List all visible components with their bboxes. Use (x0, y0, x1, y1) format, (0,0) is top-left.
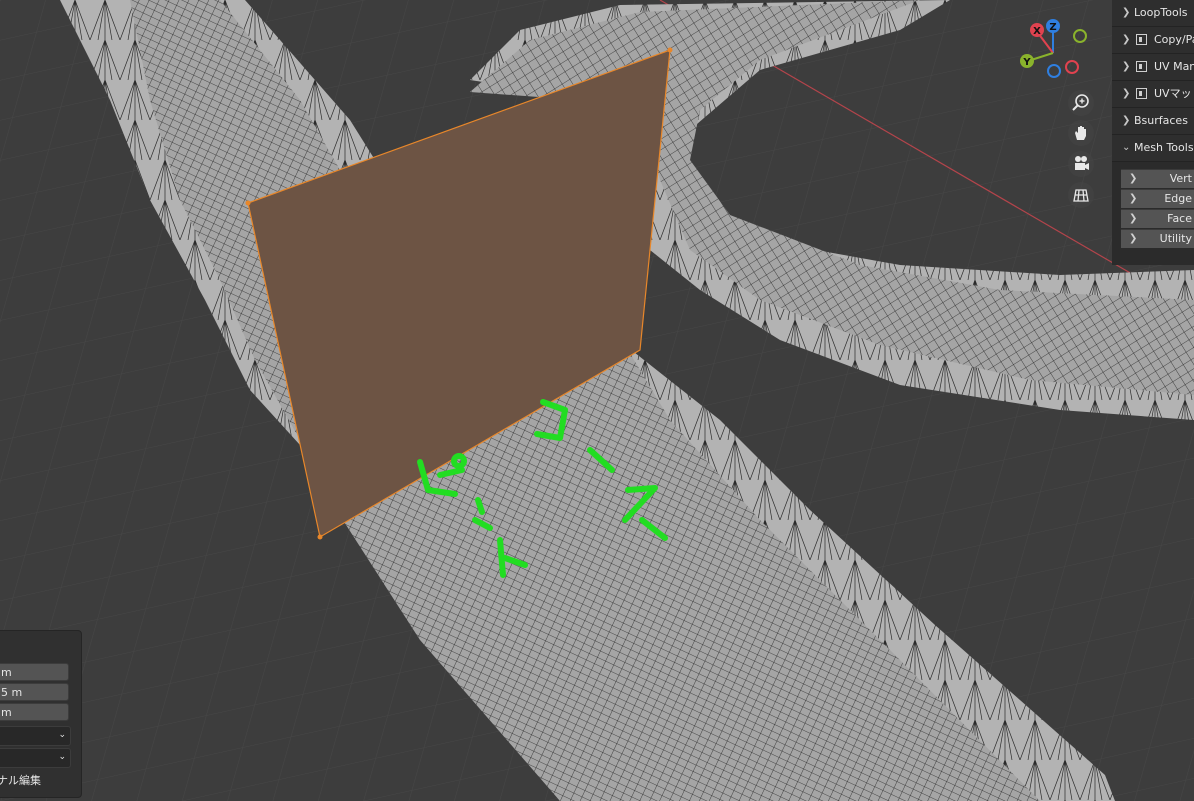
chevron-right-icon: ❯ (1129, 173, 1138, 184)
gizmo-x-label: X (1033, 26, 1041, 37)
plane-vertex[interactable] (245, 200, 251, 206)
gizmo-neg-y[interactable] (1073, 29, 1087, 43)
panel-looptools[interactable]: ❯ LoopTools (1112, 0, 1194, 27)
panel-mesh-tools[interactable]: ⌄ Mesh Tools (1112, 135, 1194, 162)
chevron-down-icon: ⌄ (58, 752, 66, 762)
subpanel-face[interactable]: ❯ Face (1121, 209, 1194, 228)
plane-vertex[interactable] (667, 47, 673, 53)
camera-icon[interactable] (1068, 151, 1094, 177)
addon-icon (1136, 34, 1147, 45)
chevron-right-icon: ❯ (1129, 193, 1138, 204)
size-y-field[interactable]: 5 m (0, 683, 69, 701)
chevron-right-icon: ❯ (1122, 34, 1131, 45)
hand-pan-icon[interactable] (1068, 120, 1094, 146)
chevron-down-icon: ⌄ (1122, 142, 1131, 153)
mode-dropdown[interactable]: ⌄ (0, 748, 71, 768)
gizmo-neg-x[interactable] (1065, 60, 1079, 74)
3d-viewport[interactable] (0, 0, 1194, 801)
align-dropdown[interactable]: ⌄ (0, 726, 71, 746)
panel-copy-paste[interactable]: ❯ Copy/Pa (1112, 27, 1194, 54)
subpanel-vert[interactable]: ❯ Vert (1121, 169, 1194, 188)
size-z-field[interactable]: m (0, 703, 69, 721)
chevron-right-icon: ❯ (1129, 213, 1138, 224)
chevron-right-icon: ❯ (1129, 233, 1138, 244)
chevron-down-icon: ⌄ (58, 730, 66, 740)
subpanel-edge[interactable]: ❯ Edge (1121, 189, 1194, 208)
chevron-right-icon: ❯ (1122, 115, 1131, 126)
size-x-field[interactable]: m (0, 663, 69, 681)
panel-bsurfaces[interactable]: ❯ Bsurfaces (1112, 108, 1194, 135)
option-label: ナル編集 (0, 774, 41, 787)
chevron-right-icon: ❯ (1122, 88, 1131, 99)
plane-vertex[interactable] (317, 534, 323, 540)
addon-icon (1136, 88, 1147, 99)
chevron-right-icon: ❯ (1122, 7, 1131, 18)
gizmo-y-label: Y (1022, 57, 1031, 68)
panel-uv-jp[interactable]: ❯ UVマッ (1112, 81, 1194, 108)
navigation-gizmo[interactable]: Z X Y (1016, 15, 1092, 85)
adjust-last-operation-panel: m 5 m m ⌄ ⌄ ナル編集 (0, 630, 82, 798)
addon-icon (1136, 61, 1147, 72)
gizmo-z-label: Z (1049, 22, 1056, 33)
panel-uv-man[interactable]: ❯ UV Man (1112, 54, 1194, 81)
subpanel-utility[interactable]: ❯ Utility (1121, 229, 1194, 248)
grid-view-icon[interactable] (1068, 182, 1094, 208)
gizmo-neg-z[interactable] (1047, 64, 1061, 78)
zoom-icon[interactable] (1068, 90, 1094, 116)
chevron-right-icon: ❯ (1122, 61, 1131, 72)
